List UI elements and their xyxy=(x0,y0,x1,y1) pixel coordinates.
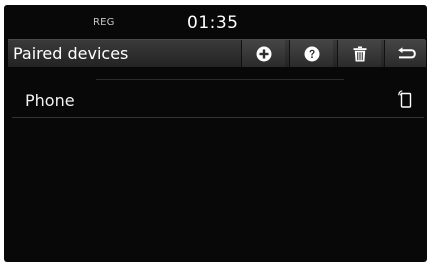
phone-connection-icon xyxy=(398,90,412,112)
back-button[interactable] xyxy=(384,40,426,67)
help-icon xyxy=(304,46,319,61)
back-icon xyxy=(397,46,416,58)
head-unit-screen: REG 01:35 Paired devices Phone xyxy=(4,5,427,262)
add-device-button[interactable] xyxy=(241,40,285,67)
status-bar: REG 01:35 xyxy=(4,5,427,38)
clock: 01:35 xyxy=(187,13,239,33)
region-label: REG xyxy=(93,17,115,28)
page-title: Paired devices xyxy=(13,44,129,63)
trash-icon xyxy=(353,46,366,61)
header-bar: Paired devices xyxy=(8,39,426,67)
plus-circle-icon xyxy=(256,46,271,61)
device-list-item[interactable]: Phone xyxy=(12,82,424,118)
list-row-divider xyxy=(12,117,424,118)
help-button[interactable] xyxy=(289,40,333,67)
device-name: Phone xyxy=(25,91,75,110)
list-top-divider xyxy=(96,79,344,80)
delete-button[interactable] xyxy=(337,40,381,67)
